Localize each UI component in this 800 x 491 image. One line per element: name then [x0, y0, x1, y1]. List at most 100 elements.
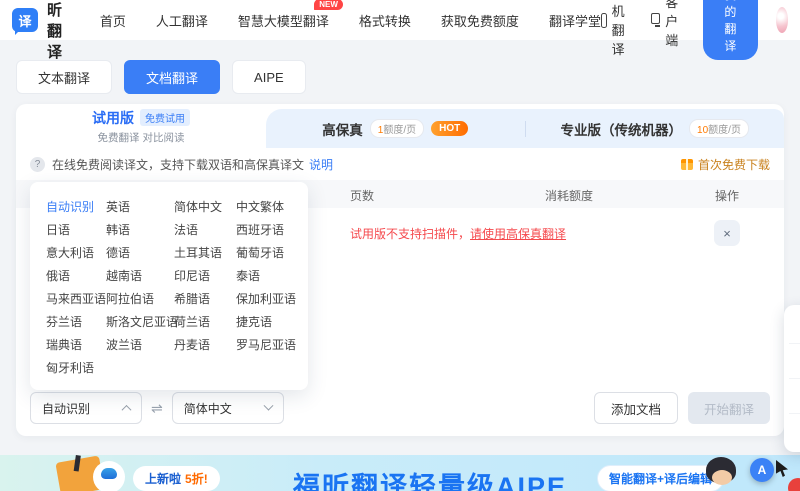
- tab-文档翻译[interactable]: 文档翻译: [124, 60, 220, 94]
- use-hifi-link[interactable]: 请使用高保真翻译: [470, 227, 566, 241]
- banner-title: 福昕翻译轻量级AIPE: [293, 465, 567, 491]
- pro-price-pill: 10额度/页: [689, 119, 749, 138]
- language-option[interactable]: 中文繁体: [236, 196, 302, 219]
- monitor-icon: [651, 13, 660, 24]
- plan-tab-hifi[interactable]: 高保真 1额度/页 HOT: [266, 119, 525, 139]
- language-option[interactable]: 希腊语: [174, 288, 236, 311]
- plan-tab-trial[interactable]: 试用版 免费试用 免费翻译 对比阅读: [16, 104, 266, 148]
- nav-item[interactable]: 翻译学堂: [549, 11, 601, 30]
- trial-title: 试用版: [92, 108, 134, 128]
- promo-pill: 上新啦 5折!: [133, 466, 220, 491]
- mobile-translate-label: 手机翻译: [612, 0, 633, 58]
- language-option[interactable]: 罗马尼亚语: [236, 334, 302, 357]
- desktop-client-label: 客户端: [665, 0, 685, 49]
- language-option[interactable]: 俄语: [46, 265, 106, 288]
- banner-feature-pill: 智能翻译+译后编辑: [597, 465, 724, 491]
- brand-logo-icon[interactable]: 译: [12, 8, 38, 32]
- mobile-translate-link[interactable]: 手机翻译: [601, 0, 633, 58]
- language-option[interactable]: 丹麦语: [174, 334, 236, 357]
- language-option[interactable]: 意大利语: [46, 242, 106, 265]
- language-option[interactable]: 自动识别: [46, 196, 106, 219]
- phone-icon: [601, 13, 607, 28]
- language-option[interactable]: 泰语: [236, 265, 302, 288]
- navbar-right: 手机翻译 客户端 我的翻译: [601, 0, 788, 60]
- language-option[interactable]: 阿拉伯语: [106, 288, 174, 311]
- language-option[interactable]: 德语: [106, 242, 174, 265]
- float-toolbar: ✎反馈?网页☎客服⇓下载: [784, 305, 800, 452]
- hifi-title: 高保真: [322, 119, 363, 139]
- language-option[interactable]: 韩语: [106, 219, 174, 242]
- add-document-button[interactable]: 添加文档: [594, 392, 678, 424]
- language-option[interactable]: 波兰语: [106, 334, 174, 357]
- notice-text: 在线免费阅读译文，支持下载双语和高保真译文: [52, 156, 304, 173]
- person-face-graphic: [712, 470, 732, 485]
- hifi-price-pill: 1额度/页: [370, 119, 424, 138]
- float-tool-item[interactable]: ⇓下载: [789, 414, 800, 448]
- language-option[interactable]: 瑞典语: [46, 334, 106, 357]
- desktop-client-link[interactable]: 客户端: [651, 0, 685, 49]
- user-avatar[interactable]: [776, 7, 788, 33]
- assistant-button[interactable]: A: [750, 458, 774, 482]
- promo-discount: 5折!: [185, 472, 208, 486]
- float-tool-item[interactable]: ✎反馈: [789, 309, 800, 344]
- robot-mascot-icon: [93, 461, 125, 491]
- plan-tabs-rest: 高保真 1额度/页 HOT 专业版（传统机器） 10额度/页: [266, 109, 784, 148]
- language-option[interactable]: 印尼语: [174, 265, 236, 288]
- brand-name: 福昕翻译: [47, 0, 66, 62]
- nav-item[interactable]: 智慧大模型翻译NEW: [238, 11, 329, 30]
- target-language-value: 简体中文: [184, 400, 232, 417]
- language-option[interactable]: 保加利亚语: [236, 288, 302, 311]
- language-option[interactable]: 马来西亚语: [46, 288, 106, 311]
- source-language-select[interactable]: 自动识别: [30, 392, 142, 424]
- nav-item[interactable]: 获取免费额度: [441, 11, 519, 30]
- float-tool-item[interactable]: ?网页: [789, 344, 800, 379]
- language-option[interactable]: 芬兰语: [46, 311, 106, 334]
- hot-badge: HOT: [431, 121, 468, 136]
- plan-header: 试用版 免费试用 免费翻译 对比阅读 高保真 1额度/页 HOT 专业版（传统机…: [16, 104, 784, 148]
- language-grid: 自动识别英语简体中文中文繁体日语韩语法语西班牙语意大利语德语土耳其语葡萄牙语俄语…: [46, 196, 302, 380]
- new-badge: NEW: [314, 0, 343, 10]
- nav-item[interactable]: 人工翻译: [156, 11, 208, 30]
- navbar: 译 福昕翻译 首页人工翻译智慧大模型翻译NEW格式转换获取免费额度翻译学堂 手机…: [0, 0, 800, 40]
- first-free-download[interactable]: 首次免费下载: [681, 156, 770, 173]
- swap-languages-icon[interactable]: ⇌: [151, 400, 163, 417]
- col-header-action: 操作: [715, 187, 739, 204]
- language-option[interactable]: 葡萄牙语: [236, 242, 302, 265]
- free-trial-badge: 免费试用: [140, 109, 190, 126]
- language-option[interactable]: 斯洛文尼亚语: [106, 311, 174, 334]
- chevron-up-icon: [122, 404, 132, 414]
- promo-prefix: 上新啦: [145, 472, 181, 486]
- my-translations-button[interactable]: 我的翻译: [703, 0, 758, 60]
- help-icon[interactable]: ?: [30, 157, 45, 172]
- float-tool-item[interactable]: ☎客服: [789, 379, 800, 414]
- language-option[interactable]: 简体中文: [174, 196, 236, 219]
- language-option[interactable]: 西班牙语: [236, 219, 302, 242]
- translate-controls: 自动识别 ⇌ 简体中文 添加文档 开始翻译: [30, 392, 770, 424]
- col-header-quota: 消耗额度: [545, 187, 593, 204]
- nav-item[interactable]: 格式转换: [359, 11, 411, 30]
- start-translate-button[interactable]: 开始翻译: [688, 392, 770, 424]
- language-option[interactable]: 土耳其语: [174, 242, 236, 265]
- tab-文本翻译[interactable]: 文本翻译: [16, 60, 112, 94]
- nav-items: 首页 人工翻译 智慧大模型翻译NEW 格式转换 获取免费额度 翻译学堂: [100, 11, 601, 30]
- target-language-select[interactable]: 简体中文: [172, 392, 284, 424]
- chevron-down-icon: [263, 400, 273, 410]
- language-option[interactable]: 荷兰语: [174, 311, 236, 334]
- language-option[interactable]: 越南语: [106, 265, 174, 288]
- col-header-pages: 页数: [350, 187, 374, 204]
- first-free-download-label: 首次免费下载: [698, 156, 770, 173]
- notice-detail-link[interactable]: 说明: [309, 156, 333, 173]
- promo-banner[interactable]: 上新啦 5折! 福昕翻译轻量级AIPE 智能翻译+译后编辑: [0, 455, 800, 491]
- language-option[interactable]: 捷克语: [236, 311, 302, 334]
- trial-subtitle: 免费翻译 对比阅读: [98, 130, 185, 145]
- page: 译 福昕翻译 首页 人工翻译 智慧大模型翻译NEW 格式转换 获取免费额度 翻译学堂 手机…: [0, 0, 800, 491]
- language-option[interactable]: 英语: [106, 196, 174, 219]
- plan-tab-pro[interactable]: 专业版（传统机器） 10额度/页: [526, 119, 785, 139]
- nav-item[interactable]: 首页: [100, 11, 126, 30]
- tab-AIPE[interactable]: AIPE: [232, 60, 306, 94]
- language-option[interactable]: 匈牙利语: [46, 357, 106, 380]
- main-tabs: 文本翻译文档翻译 AIPE: [16, 60, 800, 94]
- remove-file-button[interactable]: ×: [714, 220, 740, 246]
- language-option[interactable]: 日语: [46, 219, 106, 242]
- language-option[interactable]: 法语: [174, 219, 236, 242]
